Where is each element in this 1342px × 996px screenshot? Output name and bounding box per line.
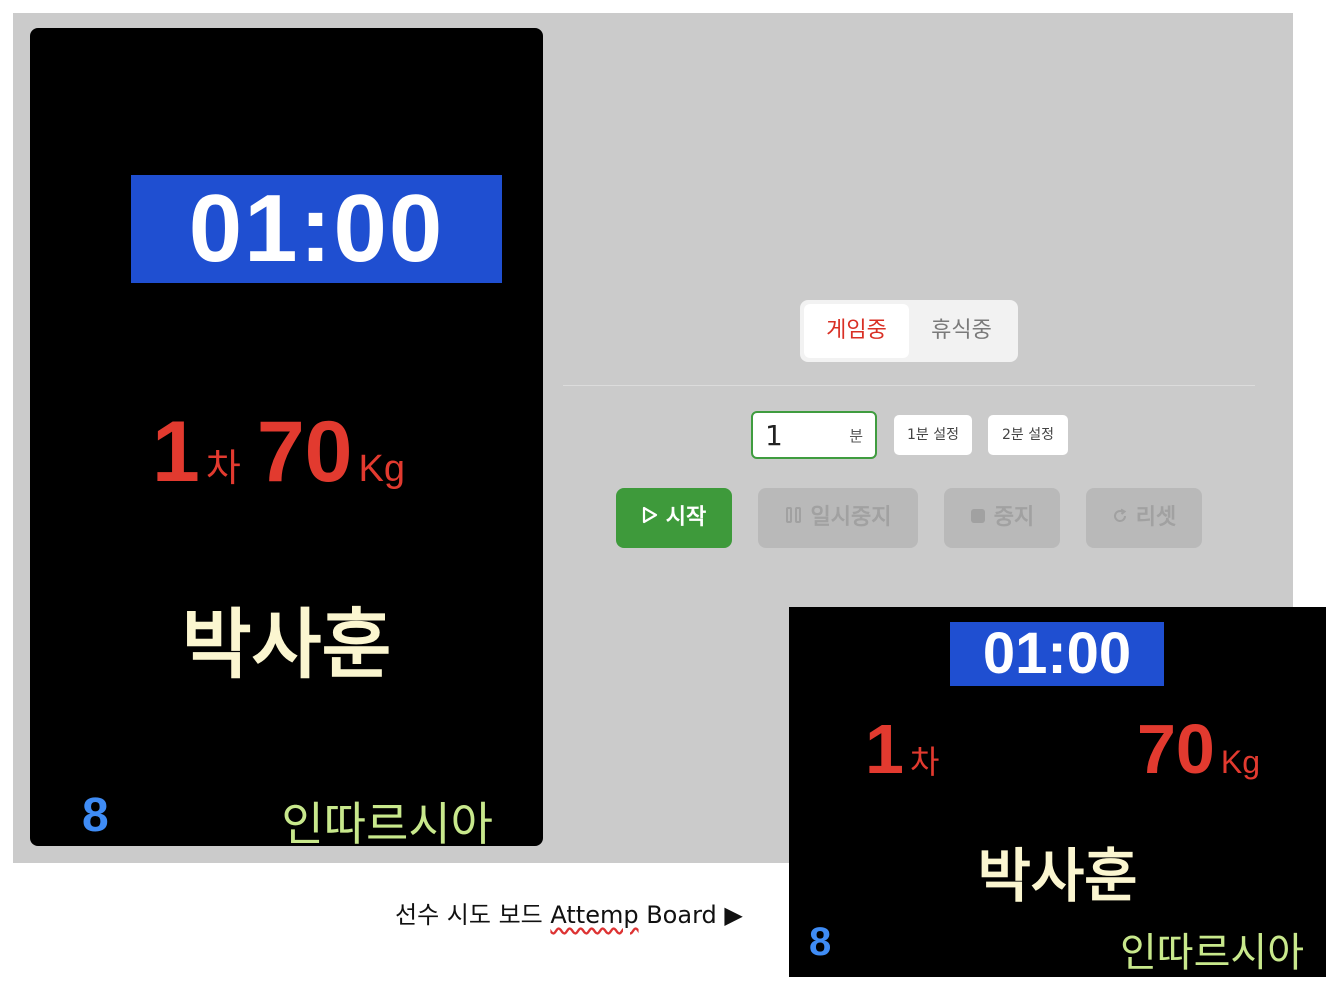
stop-icon (970, 488, 986, 548)
preview-weight-value: 70 (1136, 710, 1215, 788)
caption-misspelled-word: Attemp (550, 901, 639, 929)
tab-resting[interactable]: 휴식중 (909, 304, 1014, 358)
reset-label: 리셋 (1135, 505, 1177, 530)
attempt-board-preview: 01:00 1차 70 Kg 박사훈 8 인따르시아 (789, 607, 1326, 977)
play-icon (642, 488, 658, 548)
pause-button[interactable]: 일시중지 (758, 488, 918, 548)
attempt-board: 01:00 1 차 70 Kg 박사훈 8 인따르시아 (30, 28, 543, 851)
attempt-weight-row: 1 차 70 Kg (30, 403, 543, 502)
reset-icon (1112, 488, 1128, 548)
pause-icon (785, 488, 803, 548)
attempt-number: 1 (152, 404, 200, 500)
pause-label: 일시중지 (810, 505, 892, 530)
divider (563, 385, 1255, 386)
bib-number: 8 (82, 789, 109, 842)
minutes-unit: 분 (849, 427, 863, 445)
preview-weight-unit: Kg (1220, 744, 1260, 780)
preset-2min-button[interactable]: 2분 설정 (988, 415, 1068, 455)
preview-bib-number: 8 (809, 920, 832, 964)
preset-1min-button[interactable]: 1분 설정 (894, 415, 972, 455)
start-label: 시작 (665, 505, 707, 530)
preview-team-name: 인따르시아 (1120, 930, 1304, 976)
minutes-value: 1 (765, 419, 783, 452)
caption-suffix: Board ▶ (638, 901, 743, 929)
preview-timer: 01:00 (950, 622, 1164, 686)
caption-prefix: 선수 시도 보드 (395, 901, 551, 929)
stop-button[interactable]: 중지 (944, 488, 1060, 548)
board-timer: 01:00 (131, 175, 502, 283)
tab-in-game[interactable]: 게임중 (804, 304, 909, 358)
stop-label: 중지 (993, 505, 1035, 530)
caption: 선수 시도 보드 Attemp Board ▶ (395, 895, 743, 930)
reset-button[interactable]: 리셋 (1086, 488, 1202, 548)
minutes-input[interactable]: 1 분 (751, 411, 877, 459)
preview-athlete-name: 박사훈 (977, 842, 1138, 910)
weight-unit: Kg (358, 448, 405, 490)
preview-attempt: 1차 (865, 709, 939, 789)
attempt-unit: 차 (205, 448, 241, 490)
preview-attempt-number: 1 (865, 710, 904, 788)
preview-weight: 70 Kg (1137, 709, 1260, 789)
weight-value: 70 (256, 404, 353, 500)
team-name: 인따르시아 (281, 797, 493, 851)
athlete-name: 박사훈 (181, 600, 392, 689)
preview-attempt-unit: 차 (909, 744, 940, 780)
mode-tabs: 게임중 휴식중 (800, 300, 1018, 362)
start-button[interactable]: 시작 (616, 488, 732, 548)
